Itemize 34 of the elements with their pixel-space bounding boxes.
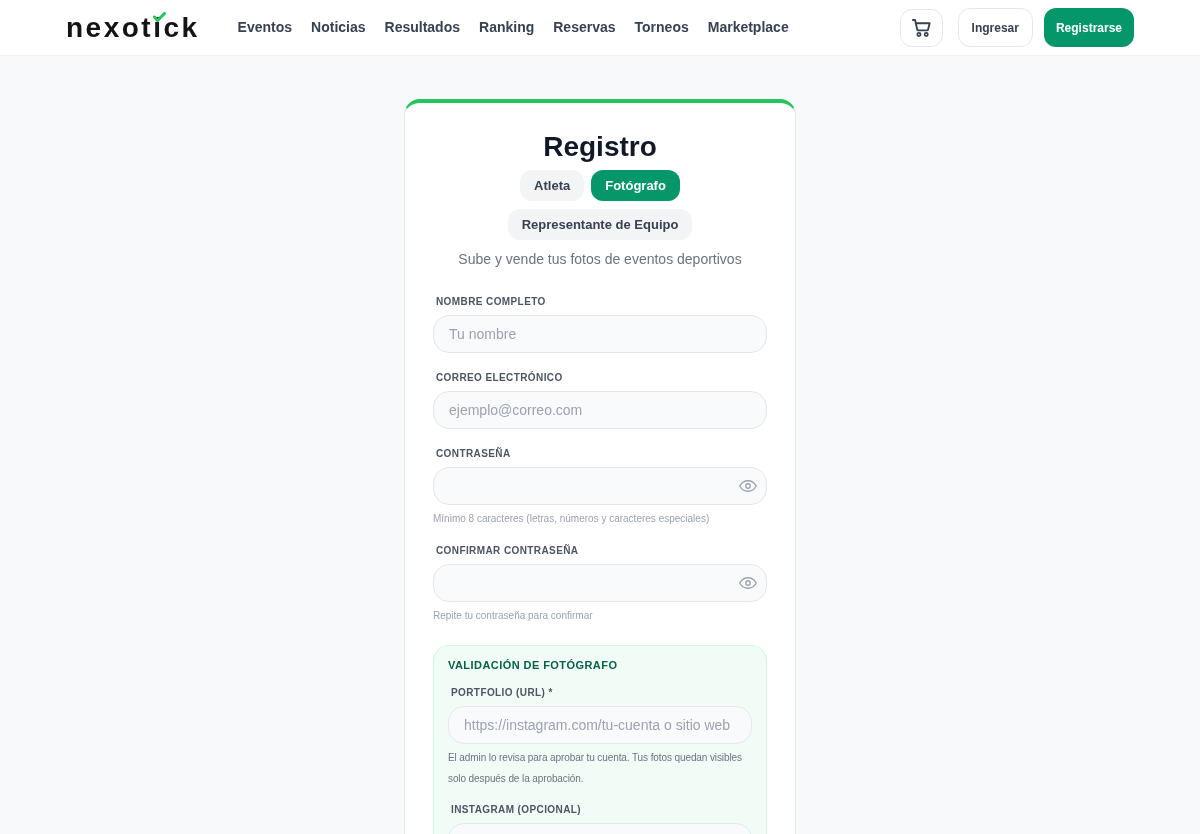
cart-icon <box>911 18 931 37</box>
eye-icon[interactable] <box>739 577 757 589</box>
register-button[interactable]: Registrarse <box>1043 8 1134 47</box>
password-field[interactable] <box>433 467 767 505</box>
nav-link[interactable]: Resultados <box>384 17 460 38</box>
field-label: CONFIRMAR CONTRASEÑA <box>435 544 580 558</box>
role-tab[interactable]: Atleta <box>520 170 585 201</box>
nav-link[interactable]: Marketplace <box>707 17 789 38</box>
login-button[interactable]: Ingresar <box>957 8 1033 47</box>
field-label: CORREO ELECTRÓNICO <box>435 371 564 385</box>
input-field[interactable]: Tu nombre <box>433 315 767 353</box>
panel-title: VALIDACIÓN DE FOTÓGRAFO <box>448 658 619 673</box>
nav-link[interactable]: Ranking <box>479 17 535 38</box>
role-tab[interactable]: Fotógrafo <box>591 170 680 201</box>
field-label: CONTRASEÑA <box>435 447 512 461</box>
input-field[interactable]: ejemplo@correo.com <box>433 391 767 429</box>
password-field[interactable] <box>433 564 767 602</box>
role-tab[interactable]: Representante de Equipo <box>507 209 693 240</box>
form-title: Registro <box>542 130 658 164</box>
nav-link[interactable]: Reservas <box>553 17 616 38</box>
cart-button[interactable] <box>899 8 943 47</box>
form-subtitle: Sube y vende tus fotos de eventos deportivos <box>457 250 743 269</box>
nav-link[interactable]: Torneos <box>634 17 689 38</box>
field-hint: Mínimo 8 caracteres (letras, números y caracteres especiales) <box>433 512 711 526</box>
eye-icon[interactable] <box>739 480 757 492</box>
field-label: INSTAGRAM (OPCIONAL) <box>450 803 583 817</box>
input-field[interactable]: https://instagram.com/tu-cuenta o sitio web <box>448 706 752 744</box>
nav-link[interactable]: Noticias <box>311 17 366 38</box>
field-hint: Repite tu contraseña para confirmar <box>433 609 594 623</box>
field-note: El admin lo revisa para aprobar tu cuenta. Tus fotos quedan visibles solo después de la aprobación. <box>448 751 743 786</box>
logo-wordmark[interactable]: nexotick <box>66 11 200 44</box>
field-label: NOMBRE COMPLETO <box>435 295 547 309</box>
field-label: PORTFOLIO (URL) * <box>450 686 554 700</box>
nav-link[interactable]: Eventos <box>237 17 293 38</box>
